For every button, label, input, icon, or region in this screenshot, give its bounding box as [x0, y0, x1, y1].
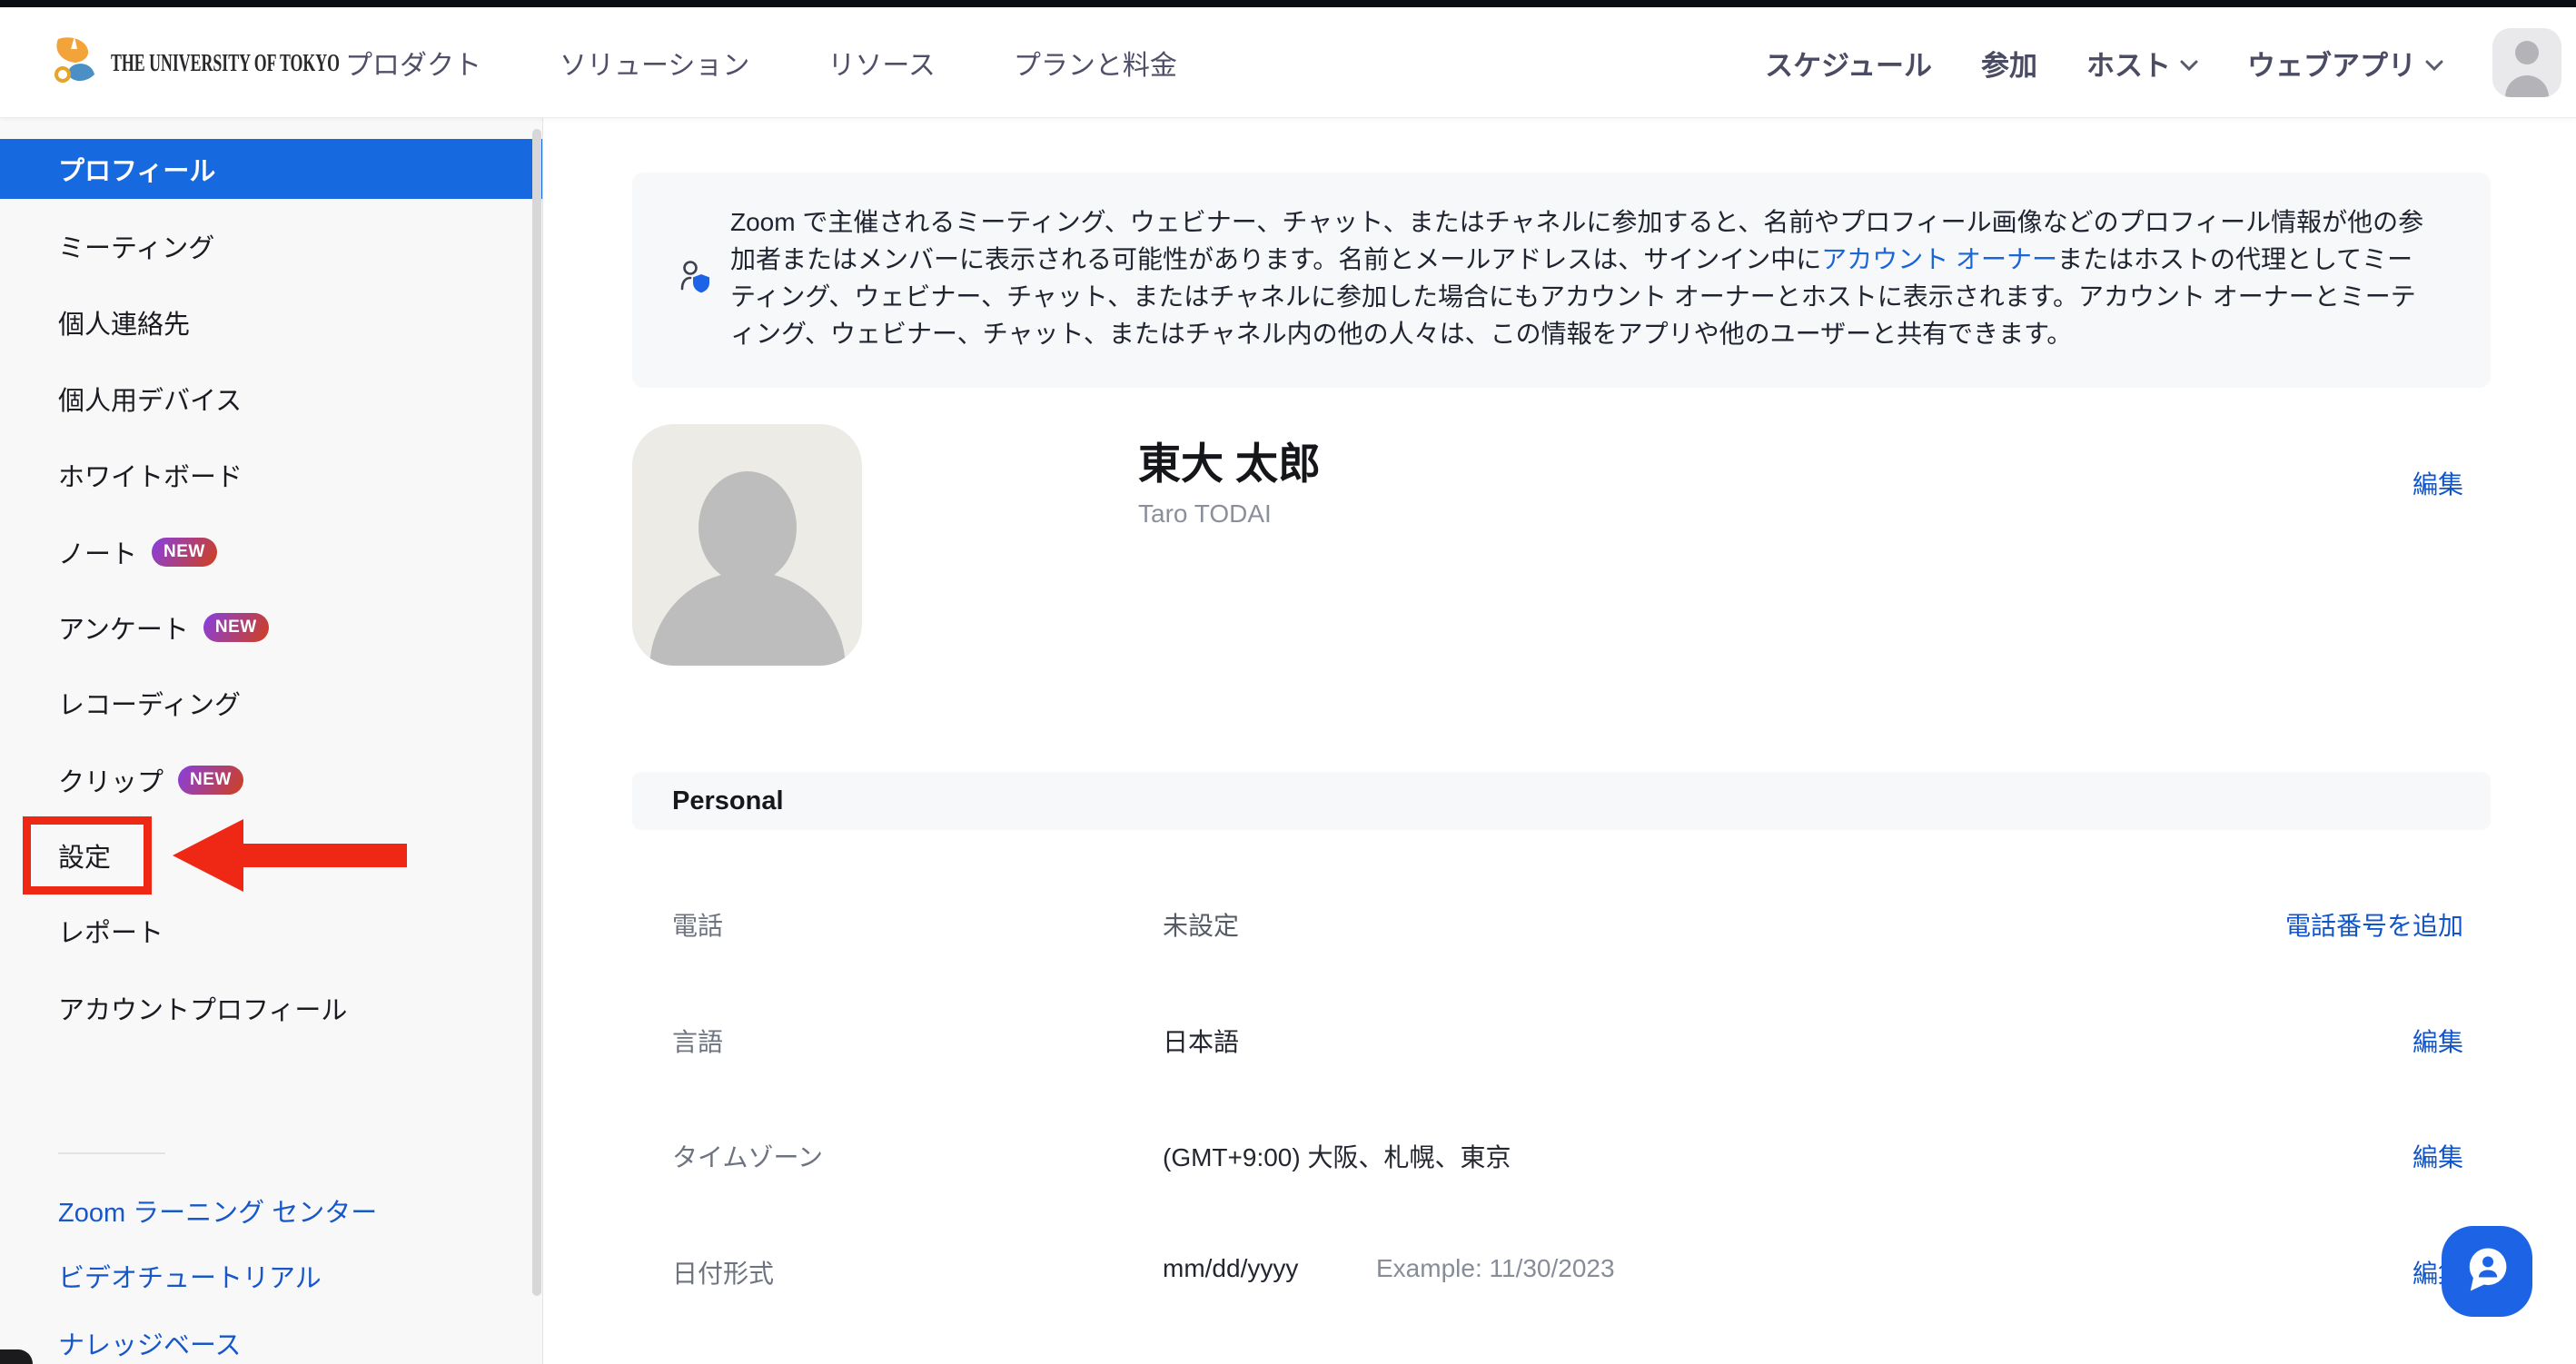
sidebar-link-knowledge-base[interactable]: ナレッジベース	[58, 1327, 242, 1359]
sidebar-item-surveys[interactable]: アンケート NEW	[0, 598, 542, 657]
sidebar-item-reports[interactable]: レポート	[0, 901, 542, 961]
profile-picture[interactable]	[632, 424, 862, 666]
sidebar-item-meetings[interactable]: ミーティング	[0, 216, 542, 276]
user-avatar[interactable]	[2492, 28, 2561, 97]
language-label: 言語	[672, 1023, 723, 1059]
sidebar-scrollbar[interactable]	[532, 129, 541, 1296]
avatar-silhouette	[2515, 41, 2539, 64]
account-nav: スケジュール 参加 ホスト ウェブアプリ	[1765, 7, 2561, 118]
sidebar-item-recordings[interactable]: レコーディング	[0, 673, 542, 733]
nav-webapp[interactable]: ウェブアプリ	[2247, 43, 2443, 84]
display-name: 東大 太郎	[1138, 429, 1321, 491]
sidebar-item-account-profile[interactable]: アカウントプロフィール	[0, 978, 542, 1038]
row-language: 言語 日本語 編集	[632, 1013, 2491, 1063]
account-owner-link[interactable]: アカウント オーナー	[1821, 245, 2057, 273]
profile-silhouette	[698, 471, 797, 584]
language-edit-link[interactable]: 編集	[2413, 1023, 2463, 1059]
romanized-name: Taro TODAI	[1138, 499, 1272, 529]
privacy-notice: Zoom で主催されるミーティング、ウェビナー、チャット、またはチャネルに参加す…	[632, 173, 2491, 388]
chevron-down-icon	[2425, 46, 2443, 79]
timezone-value: (GMT+9:00) 大阪、札幌、東京	[1163, 1138, 1511, 1174]
add-phone-link[interactable]: 電話番号を追加	[2285, 906, 2463, 943]
sidebar-item-contacts[interactable]: 個人連絡先	[0, 292, 542, 352]
nav-products[interactable]: プロダクト	[345, 43, 481, 83]
row-timezone: タイムゾーン (GMT+9:00) 大阪、札幌、東京 編集	[632, 1128, 2491, 1179]
sidebar-item-profile[interactable]: プロフィール	[0, 139, 542, 199]
chevron-down-icon	[2180, 46, 2198, 79]
sidebar-item-clips[interactable]: クリップ NEW	[0, 750, 542, 810]
personal-section-header: Personal	[632, 772, 2491, 830]
nav-join[interactable]: 参加	[1981, 43, 2037, 84]
header: THE UNIVERSITY OF TOKYO プロダクト ソリューション リソ…	[0, 7, 2576, 118]
nav-resources[interactable]: リソース	[827, 43, 936, 83]
sidebar-item-devices[interactable]: 個人用デバイス	[0, 369, 542, 429]
sidebar-item-settings[interactable]: 設定	[0, 825, 542, 885]
new-badge: NEW	[178, 766, 243, 795]
nav-host-label: ホスト	[2086, 43, 2171, 84]
timezone-edit-link[interactable]: 編集	[2413, 1138, 2463, 1174]
new-badge: NEW	[203, 613, 269, 642]
profile-edit-link[interactable]: 編集	[2413, 465, 2463, 501]
support-chat-button[interactable]	[2442, 1226, 2532, 1317]
sidebar-link-learning-center[interactable]: Zoom ラーニング センター	[58, 1194, 377, 1227]
phone-value: 未設定	[1163, 906, 1239, 943]
new-badge: NEW	[152, 538, 217, 567]
nav-solutions[interactable]: ソリューション	[560, 43, 749, 83]
privacy-shield-icon	[679, 260, 712, 301]
main-nav: プロダクト ソリューション リソース プランと料金	[345, 7, 1177, 118]
sidebar-item-notes[interactable]: ノート NEW	[0, 522, 542, 582]
nav-plans[interactable]: プランと料金	[1014, 43, 1177, 83]
privacy-notice-text: Zoom で主催されるミーティング、ウェビナー、チャット、またはチャネルに参加す…	[730, 203, 2436, 352]
chat-bubble-person-icon	[2459, 1241, 2515, 1302]
sidebar-item-whiteboard[interactable]: ホワイトボード	[0, 445, 542, 505]
date-format-label: 日付形式	[672, 1254, 774, 1290]
sidebar: プロフィール ミーティング 個人連絡先 個人用デバイス ホワイトボード ノート …	[0, 118, 543, 1364]
sidebar-link-video-tutorials[interactable]: ビデオチュートリアル	[58, 1260, 322, 1292]
nav-webapp-label: ウェブアプリ	[2247, 43, 2416, 84]
university-logo-icon	[51, 35, 98, 91]
sidebar-divider	[58, 1152, 165, 1154]
main-content: Zoom で主催されるミーティング、ウェビナー、チャット、またはチャネルに参加す…	[544, 118, 2576, 1364]
phone-label: 電話	[672, 906, 723, 943]
date-format-example: Example: 11/30/2023	[1376, 1254, 1615, 1283]
nav-host[interactable]: ホスト	[2086, 43, 2198, 84]
nav-schedule[interactable]: スケジュール	[1765, 43, 1932, 84]
date-format-value: mm/dd/yyyy	[1163, 1254, 1298, 1283]
row-phone: 電話 未設定 電話番号を追加	[632, 896, 2491, 947]
language-value: 日本語	[1163, 1023, 1239, 1059]
timezone-label: タイムゾーン	[672, 1138, 823, 1174]
row-date-format: 日付形式 mm/dd/yyyy Example: 11/30/2023 編集	[632, 1244, 2491, 1295]
university-logo-text: THE UNIVERSITY OF TOKYO	[111, 49, 340, 77]
top-strip	[0, 0, 2576, 7]
